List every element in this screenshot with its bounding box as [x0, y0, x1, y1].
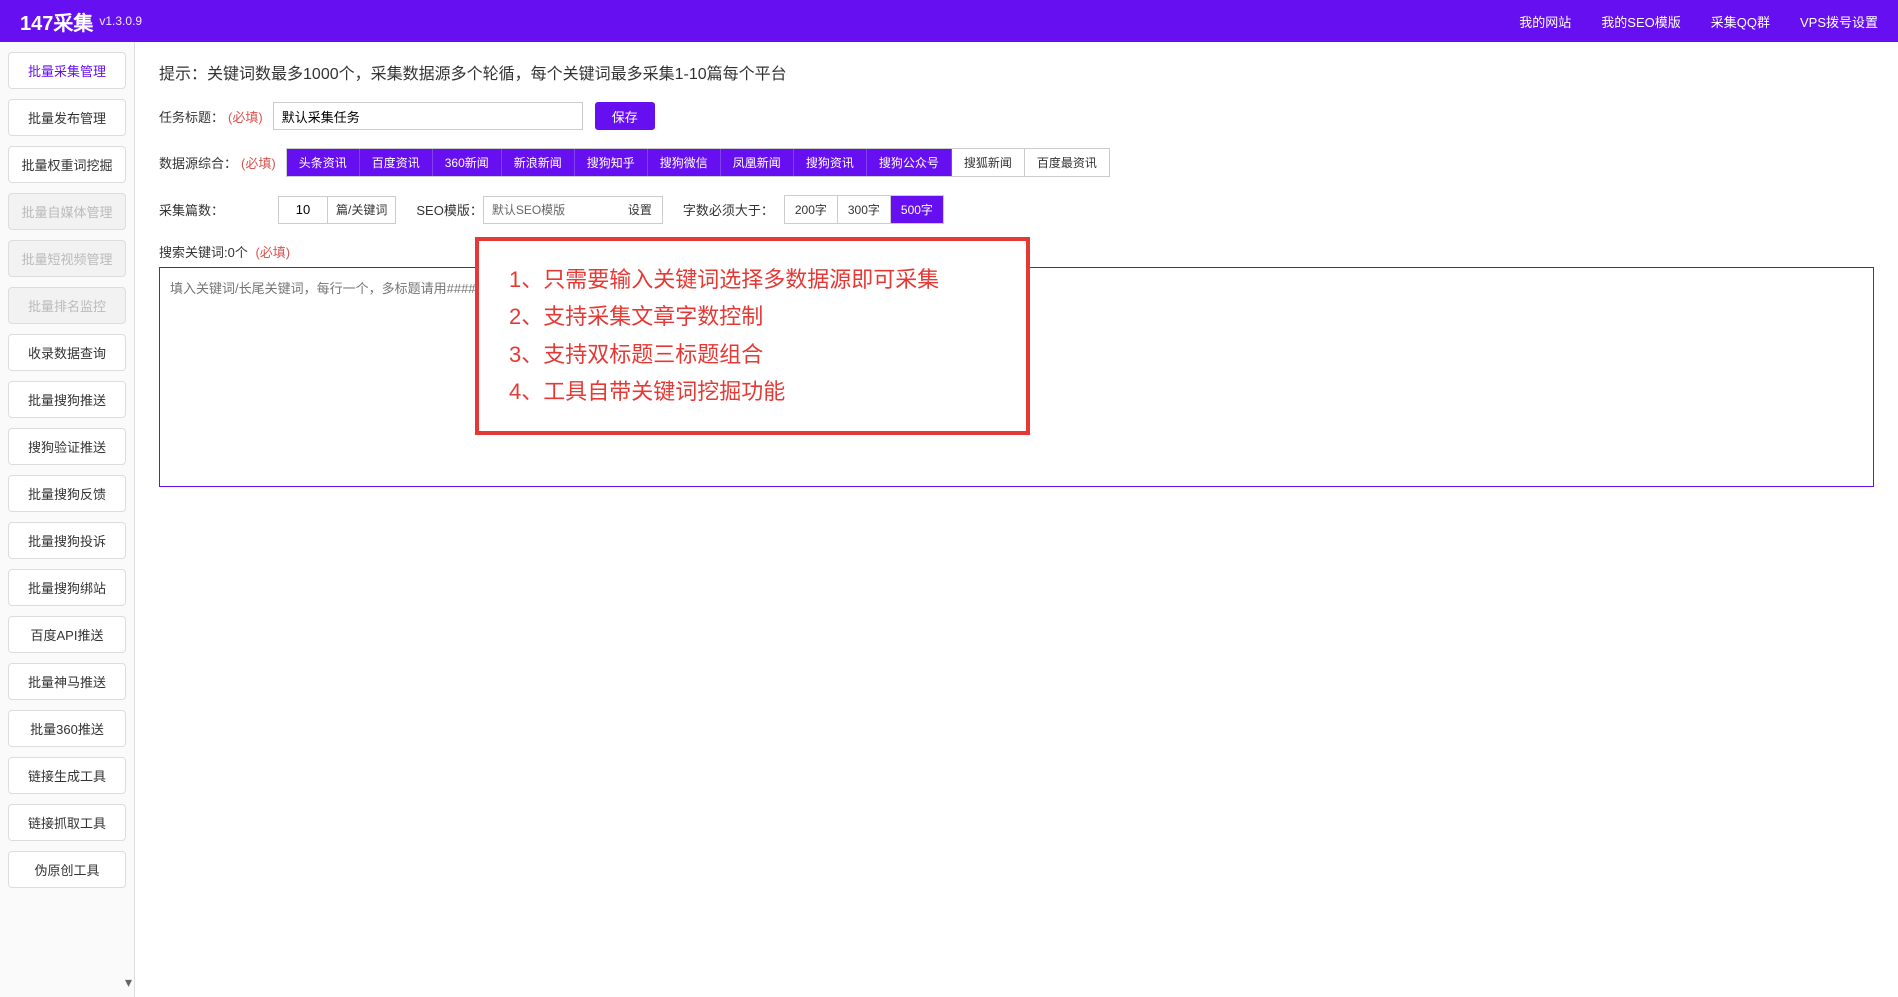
seo-settings-button[interactable]: 设置: [618, 201, 662, 218]
main-content: 提示：关键词数最多1000个，采集数据源多个轮循，每个关键词最多采集1-10篇每…: [135, 42, 1898, 997]
source-tag[interactable]: 头条资讯: [287, 149, 360, 176]
sidebar-item[interactable]: 批量搜狗投诉: [8, 522, 126, 559]
hint-text: 提示：关键词数最多1000个，采集数据源多个轮循，每个关键词最多采集1-10篇每…: [159, 60, 1874, 84]
sidebar-item[interactable]: 批量采集管理: [8, 52, 126, 89]
save-button[interactable]: 保存: [595, 102, 655, 130]
sidebar-item[interactable]: 批量神马推送: [8, 663, 126, 700]
wordcount-option[interactable]: 200字: [785, 196, 838, 223]
sidebar-item[interactable]: 收录数据查询: [8, 334, 126, 371]
task-title-label: 任务标题：: [159, 107, 224, 126]
nav-my-seo-template[interactable]: 我的SEO模版: [1601, 12, 1680, 31]
count-label: 采集篇数：: [159, 200, 224, 219]
sidebar-item[interactable]: 批量搜狗推送: [8, 381, 126, 418]
sources-required: (必填): [241, 153, 276, 172]
hint-body: 关键词数最多1000个，采集数据源多个轮循，每个关键词最多采集1-10篇每个平台: [207, 66, 787, 83]
sidebar-item: 批量排名监控: [8, 287, 126, 324]
keywords-label-row: 搜索关键词:0个 (必填): [159, 242, 1874, 261]
seo-template-value: 默认SEO模版: [484, 201, 618, 218]
source-tag[interactable]: 凤凰新闻: [721, 149, 794, 176]
sidebar-item[interactable]: 百度API推送: [8, 616, 126, 653]
source-tags: 头条资讯百度资讯360新闻新浪新闻搜狗知乎搜狗微信凤凰新闻搜狗资讯搜狗公众号搜狐…: [286, 148, 1110, 177]
nav-my-site[interactable]: 我的网站: [1519, 12, 1571, 31]
sidebar-collapse-icon[interactable]: ▾: [125, 974, 132, 991]
source-tag[interactable]: 搜狗微信: [648, 149, 721, 176]
keywords-label: 搜索关键词:0个: [159, 245, 248, 260]
sidebar-item[interactable]: 伪原创工具: [8, 851, 126, 888]
sidebar-item[interactable]: 批量搜狗反馈: [8, 475, 126, 512]
app-header: 147采集 v1.3.0.9 我的网站 我的SEO模版 采集QQ群 VPS拨号设…: [0, 0, 1898, 42]
seo-label: SEO模版：: [416, 200, 482, 219]
nav-vps-dial[interactable]: VPS拨号设置: [1800, 12, 1878, 31]
task-title-input[interactable]: [273, 102, 583, 130]
source-tag[interactable]: 百度资讯: [360, 149, 433, 176]
data-sources-row: 数据源综合： (必填) 头条资讯百度资讯360新闻新浪新闻搜狗知乎搜狗微信凤凰新…: [159, 148, 1874, 177]
app-version: v1.3.0.9: [99, 14, 142, 28]
sidebar-item[interactable]: 批量权重词挖掘: [8, 146, 126, 183]
sidebar-item: 批量短视频管理: [8, 240, 126, 277]
source-tag[interactable]: 搜狗知乎: [575, 149, 648, 176]
sidebar-item[interactable]: 批量发布管理: [8, 99, 126, 136]
sidebar-item[interactable]: 批量360推送: [8, 710, 126, 747]
source-tag[interactable]: 新浪新闻: [502, 149, 575, 176]
wordcount-options: 200字300字500字: [784, 195, 944, 224]
sidebar: 批量采集管理批量发布管理批量权重词挖掘批量自媒体管理批量短视频管理批量排名监控收…: [0, 42, 135, 997]
sidebar-item[interactable]: 链接抓取工具: [8, 804, 126, 841]
count-suffix: 篇/关键词: [328, 196, 396, 224]
source-tag[interactable]: 百度最资讯: [1025, 149, 1109, 176]
seo-template-select[interactable]: 默认SEO模版 设置: [483, 196, 663, 224]
app-title: 147采集: [20, 7, 93, 36]
sidebar-item[interactable]: 链接生成工具: [8, 757, 126, 794]
sources-label: 数据源综合：: [159, 153, 237, 172]
keywords-required: (必填): [255, 245, 290, 260]
count-input[interactable]: [278, 196, 328, 224]
task-title-row: 任务标题： (必填) 保存: [159, 102, 1874, 130]
hint-prefix: 提示：: [159, 66, 207, 83]
source-tag[interactable]: 搜狐新闻: [952, 149, 1025, 176]
keywords-textarea[interactable]: [159, 267, 1874, 487]
nav-qq-group[interactable]: 采集QQ群: [1711, 12, 1770, 31]
sidebar-item: 批量自媒体管理: [8, 193, 126, 230]
wordcount-option[interactable]: 300字: [838, 196, 891, 223]
header-nav: 我的网站 我的SEO模版 采集QQ群 VPS拨号设置: [1519, 12, 1878, 31]
source-tag[interactable]: 360新闻: [433, 149, 502, 176]
collect-settings-row: 采集篇数： 篇/关键词 SEO模版： 默认SEO模版 设置 字数必须大于： 20…: [159, 195, 1874, 224]
wordcount-label: 字数必须大于：: [683, 200, 774, 219]
source-tag[interactable]: 搜狗资讯: [794, 149, 867, 176]
sidebar-item[interactable]: 批量搜狗绑站: [8, 569, 126, 606]
task-title-required: (必填): [228, 107, 263, 126]
sidebar-item[interactable]: 搜狗验证推送: [8, 428, 126, 465]
source-tag[interactable]: 搜狗公众号: [867, 149, 952, 176]
wordcount-option[interactable]: 500字: [891, 196, 943, 223]
